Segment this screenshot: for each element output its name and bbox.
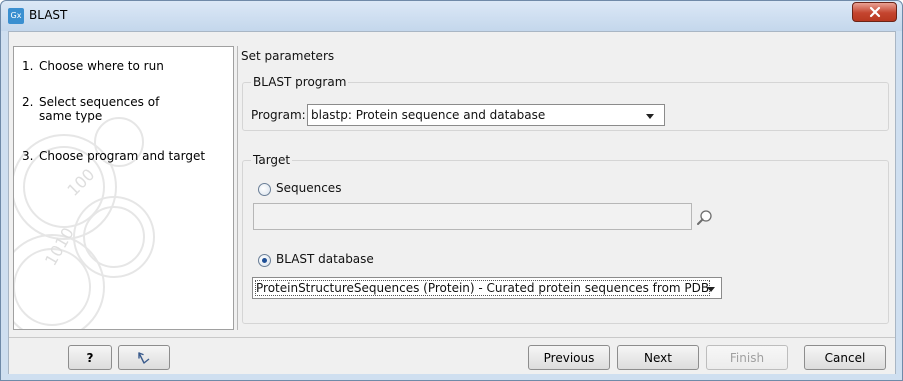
sequences-radio[interactable]	[258, 183, 271, 196]
step-label: Select sequences of same type	[39, 95, 160, 123]
sequences-radio-label: Sequences	[276, 181, 342, 195]
step-number: 1.	[22, 59, 34, 73]
blast-database-select[interactable]: ProteinStructureSequences (Protein) - Cu…	[252, 277, 722, 299]
magnifier-browse-icon[interactable]	[696, 209, 713, 226]
sequences-field[interactable]	[253, 203, 692, 230]
help-button[interactable]: ?	[68, 345, 112, 370]
target-group-label: Target	[251, 153, 293, 167]
chevron-down-icon	[646, 114, 654, 119]
close-x-icon	[869, 6, 880, 18]
svg-text:100: 100	[63, 165, 98, 200]
reset-button[interactable]	[118, 345, 170, 370]
finish-button[interactable]: Finish	[706, 345, 788, 370]
cancel-button[interactable]: Cancel	[804, 345, 886, 370]
blast-database-radio[interactable]	[258, 254, 271, 267]
previous-button[interactable]: Previous	[528, 345, 610, 370]
window-title: BLAST	[29, 8, 68, 22]
step-label: Choose where to run	[39, 59, 164, 73]
panel-divider	[237, 46, 238, 330]
program-select-value: blastp: Protein sequence and database	[311, 108, 546, 122]
reset-arrow-icon	[138, 351, 150, 364]
blast-dialog: Gx BLAST 1010 100 1. Choose where to run…	[0, 0, 903, 381]
step-label: Choose program and target	[39, 149, 206, 163]
program-label: Program:	[251, 108, 306, 122]
chevron-down-icon	[707, 287, 715, 292]
next-button[interactable]: Next	[617, 345, 699, 370]
radio-selected-dot	[262, 258, 267, 263]
wizard-steps-panel: 1010 100 1. Choose where to run 2. Select …	[13, 46, 234, 330]
step-1: 1. Choose where to run	[22, 59, 164, 73]
decorative-gears-watermark: 1010 100	[14, 117, 155, 329]
blast-database-select-value: ProteinStructureSequences (Protein) - Cu…	[254, 280, 711, 296]
blast-program-group-label: BLAST program	[251, 75, 349, 89]
app-icon: Gx	[8, 8, 24, 24]
program-select[interactable]: blastp: Protein sequence and database	[307, 104, 665, 126]
section-title: Set parameters	[241, 49, 335, 63]
button-bar: ? Previous Next Finish Cancel	[9, 337, 895, 374]
step-2: 2. Select sequences of same type	[22, 95, 189, 123]
svg-text:1010: 1010	[41, 224, 78, 269]
step-3: 3. Choose program and target	[22, 149, 205, 163]
step-number: 3.	[22, 149, 34, 163]
title-bar[interactable]: Gx BLAST	[1, 1, 902, 31]
blast-database-radio-label: BLAST database	[276, 252, 374, 266]
dialog-body: 1010 100 1. Choose where to run 2. Select …	[8, 31, 896, 374]
step-number: 2.	[22, 95, 34, 109]
close-button[interactable]	[852, 2, 897, 22]
